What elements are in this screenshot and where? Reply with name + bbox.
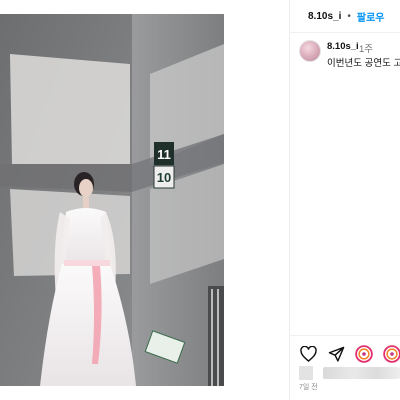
railing-bar: [217, 289, 219, 386]
waist-band: [64, 260, 110, 266]
photo-scene: 11 10: [0, 14, 224, 386]
railing-bar: [211, 289, 213, 386]
floor-number-11: 11: [157, 147, 171, 162]
likes-avatar-redacted: [299, 366, 313, 380]
post-date[interactable]: 7일 전: [299, 382, 318, 392]
likes-redacted: [323, 367, 400, 379]
action-bar: [299, 344, 400, 364]
actions-divider: [289, 335, 400, 336]
header-username[interactable]: 8.10s_i: [308, 11, 341, 22]
comment-username[interactable]: 8.10s_i: [327, 41, 359, 52]
reel-icon[interactable]: [355, 345, 373, 363]
header-divider: [289, 32, 400, 33]
heart-icon[interactable]: [299, 345, 317, 363]
comment-text: 이번년도 공연도 고: [327, 58, 400, 69]
panel-divider: [289, 0, 290, 400]
caption-comment: 8.10s_i 1주 이번년도 공연도 고: [299, 40, 400, 70]
post-header: 8.10s_i • 팔로우: [289, 0, 400, 32]
avatar[interactable]: [299, 40, 321, 62]
post-photo[interactable]: 11 10: [0, 14, 224, 386]
railing: [208, 286, 224, 386]
comment-time[interactable]: 1주: [359, 41, 373, 55]
reel-icon-2[interactable]: [383, 345, 400, 363]
face: [79, 179, 93, 197]
follow-button[interactable]: 팔로우: [357, 9, 385, 24]
light-patch: [10, 54, 130, 164]
floor-number-10: 10: [157, 170, 171, 185]
share-icon[interactable]: [327, 345, 345, 363]
header-separator: •: [347, 10, 351, 22]
